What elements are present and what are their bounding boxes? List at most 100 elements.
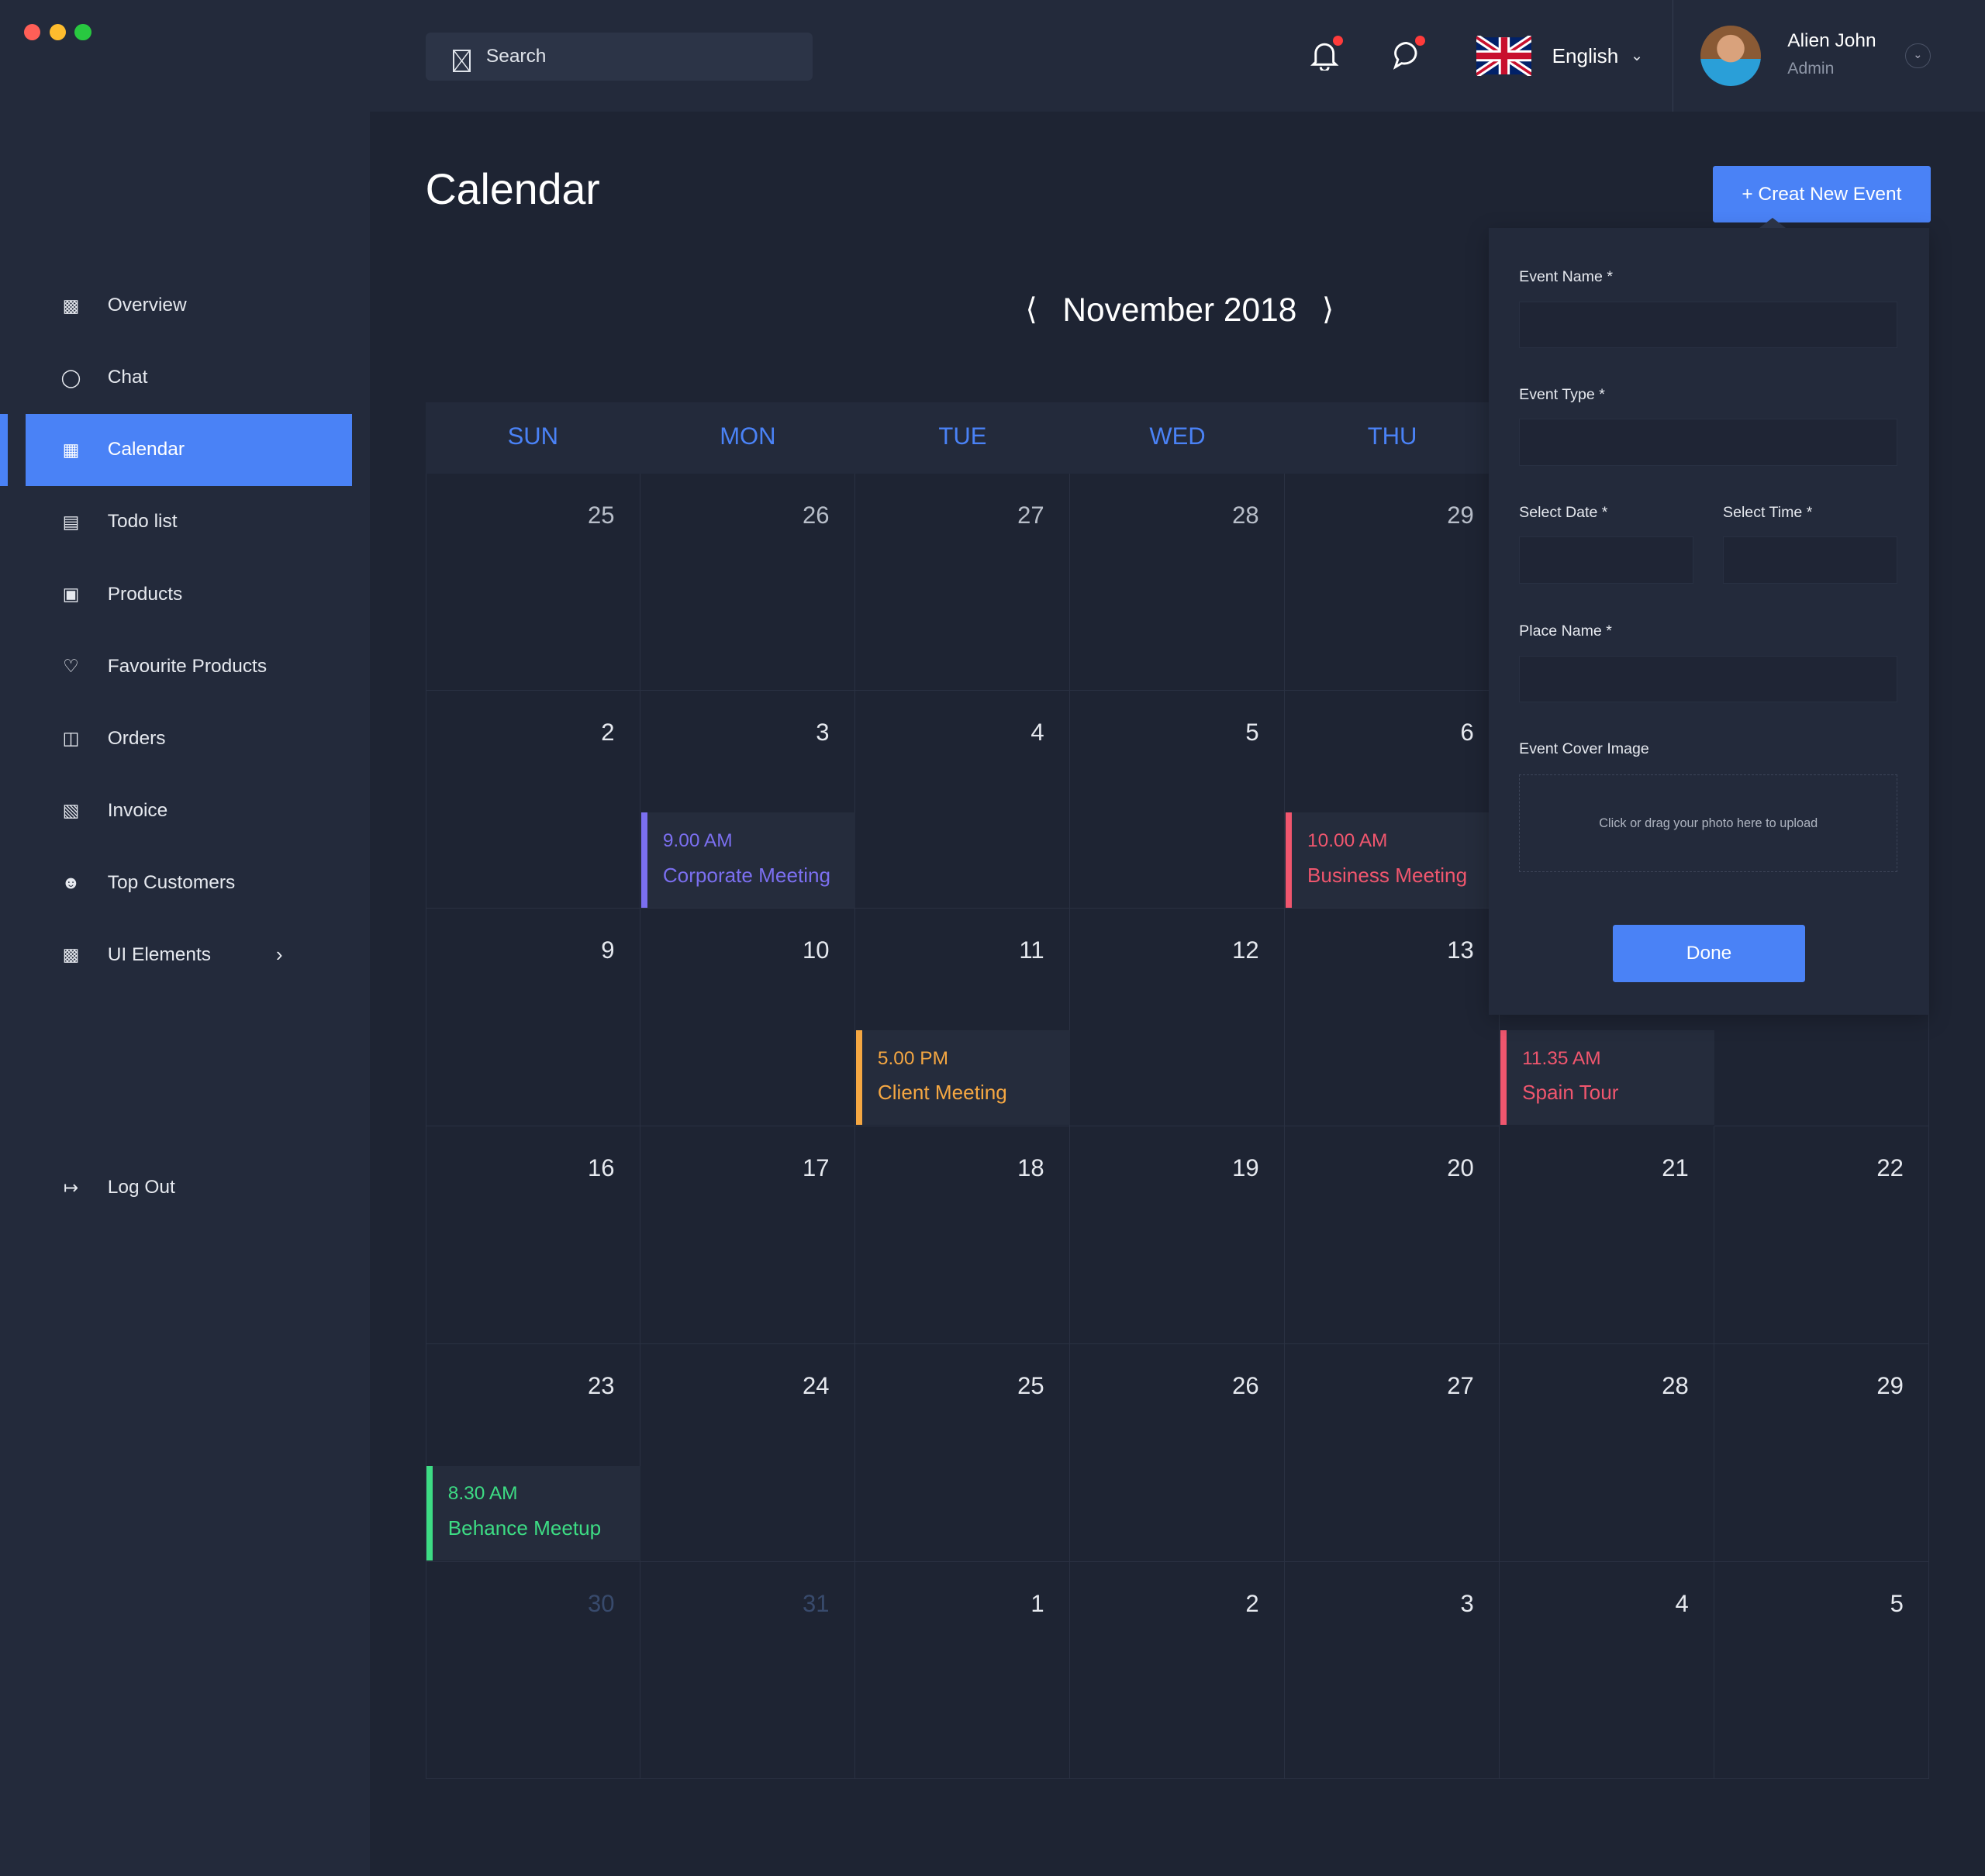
- store-icon: ▣: [62, 584, 80, 605]
- logout-button[interactable]: ↦ Log Out: [26, 1152, 352, 1224]
- day-cell[interactable]: 3: [1284, 1561, 1500, 1780]
- new-event-form: Event Name * Event Type * Select Date * …: [1488, 217, 1930, 1016]
- day-cell[interactable]: 19: [1069, 1126, 1286, 1344]
- language-selector[interactable]: English: [1552, 44, 1619, 68]
- day-cell[interactable]: 21: [1499, 1126, 1715, 1344]
- day-cell[interactable]: 28: [1499, 1343, 1715, 1562]
- time-input[interactable]: [1723, 536, 1898, 584]
- day-number: 21: [1662, 1154, 1689, 1181]
- day-cell[interactable]: 25: [854, 1343, 1071, 1562]
- weekday-wed: WED: [1149, 422, 1206, 450]
- day-cell[interactable]: 4: [1499, 1561, 1715, 1780]
- invoice-icon: ▧: [62, 800, 80, 821]
- day-cell[interactable]: 16: [425, 1126, 641, 1344]
- day-number: 5: [1890, 1589, 1904, 1617]
- upload-hint: Click or drag your photo here to upload: [1599, 816, 1818, 830]
- search-input[interactable]: Search: [425, 33, 813, 81]
- day-cell[interactable]: 27: [854, 473, 1071, 691]
- event-name-input[interactable]: [1519, 301, 1898, 348]
- day-number: 6: [1460, 719, 1474, 747]
- document-icon: ▤: [62, 511, 80, 532]
- day-number: 24: [803, 1371, 830, 1399]
- user-menu-chevron-icon[interactable]: ⌄: [1905, 43, 1931, 69]
- day-cell[interactable]: 28: [1069, 473, 1286, 691]
- day-cell[interactable]: 20: [1284, 1126, 1500, 1344]
- chevron-right-icon[interactable]: ⟩: [1322, 292, 1334, 327]
- day-number: 30: [587, 1589, 615, 1617]
- day-number: 2: [601, 719, 615, 747]
- day-cell[interactable]: 5: [1714, 1561, 1930, 1780]
- event-time: 5.00 PM: [877, 1047, 949, 1069]
- day-number: 26: [803, 501, 830, 529]
- day-cell[interactable]: 24: [640, 1343, 856, 1562]
- window-minimize-button[interactable]: [49, 24, 66, 41]
- messages-button[interactable]: [1390, 35, 1426, 71]
- day-cell[interactable]: 1: [854, 1561, 1071, 1780]
- day-cell[interactable]: 18: [854, 1126, 1071, 1344]
- day-cell[interactable]: 2: [425, 691, 641, 909]
- calendar-event[interactable]: 5.00 PM Client Meeting: [856, 1029, 1071, 1126]
- sidebar-item-label: Chat: [107, 367, 148, 388]
- sidebar-item-calendar[interactable]: ▦ Calendar: [25, 413, 352, 486]
- day-number: 25: [587, 501, 615, 529]
- avatar[interactable]: [1700, 25, 1761, 86]
- sidebar-item-top-customers[interactable]: ☻ Top Customers: [26, 847, 352, 919]
- done-button[interactable]: Done: [1612, 925, 1806, 982]
- day-cell[interactable]: 29: [1714, 1343, 1930, 1562]
- event-name: Corporate Meeting: [662, 863, 831, 887]
- chevron-down-icon[interactable]: ⌄: [1631, 47, 1643, 65]
- calendar-event[interactable]: 9.00 AM Corporate Meeting: [641, 812, 856, 908]
- sidebar-item-overview[interactable]: ▩ Overview: [26, 270, 352, 342]
- day-number: 25: [1017, 1371, 1044, 1399]
- create-event-button[interactable]: + Creat New Event: [1712, 165, 1931, 223]
- place-name-label: Place Name *: [1519, 622, 1612, 640]
- day-cell[interactable]: 22: [1714, 1126, 1930, 1344]
- sidebar-item-ui-elements[interactable]: ▩ UI Elements ›: [26, 919, 352, 991]
- day-cell[interactable]: 2: [1069, 1561, 1286, 1780]
- month-label: November 2018: [1062, 291, 1297, 328]
- image-upload-dropzone[interactable]: Click or drag your photo here to upload: [1519, 774, 1898, 872]
- sidebar-item-orders[interactable]: ◫ Orders: [26, 702, 352, 774]
- place-name-input[interactable]: [1519, 655, 1898, 703]
- sidebar-item-label: UI Elements: [107, 943, 211, 965]
- calendar-event[interactable]: 11.35 AM Spain Tour: [1500, 1029, 1715, 1126]
- sidebar-item-label: Favourite Products: [107, 655, 268, 677]
- day-cell[interactable]: 30: [425, 1561, 641, 1780]
- sidebar-item-products[interactable]: ▣ Products: [26, 558, 352, 630]
- day-cell[interactable]: 17: [640, 1126, 856, 1344]
- day-cell[interactable]: 4: [854, 691, 1071, 909]
- day-cell[interactable]: 10: [640, 909, 856, 1127]
- day-cell[interactable]: 31: [640, 1561, 856, 1780]
- notification-button[interactable]: [1308, 35, 1344, 72]
- user-role: Admin: [1787, 59, 1835, 78]
- user-name: Alien John: [1787, 30, 1876, 52]
- calendar-event[interactable]: 10.00 AM Business Meeting: [1286, 812, 1500, 908]
- day-cell[interactable]: 27: [1284, 1343, 1500, 1562]
- day-cell[interactable]: 25: [425, 473, 641, 691]
- day-cell[interactable]: 9: [425, 909, 641, 1127]
- event-type-input[interactable]: [1519, 419, 1898, 466]
- sidebar-item-chat[interactable]: ◯ Chat: [26, 342, 352, 414]
- window-maximize-button[interactable]: [74, 24, 91, 41]
- day-cell[interactable]: 5: [1069, 691, 1286, 909]
- weekday-thu: THU: [1367, 422, 1417, 450]
- sidebar-item-label: Invoice: [107, 799, 168, 821]
- day-cell[interactable]: 26: [640, 473, 856, 691]
- logout-icon: ↦: [63, 1177, 78, 1198]
- sidebar-item-invoice[interactable]: ▧ Invoice: [26, 774, 352, 847]
- calendar-event[interactable]: 8.30 AM Behance Meetup: [426, 1465, 641, 1561]
- date-input[interactable]: [1519, 536, 1694, 584]
- day-number: 17: [803, 1154, 830, 1181]
- chevron-left-icon[interactable]: ⟨: [1025, 292, 1037, 327]
- top-bar: [0, 0, 1985, 112]
- uk-flag-icon[interactable]: [1476, 35, 1532, 76]
- search-placeholder: Search: [485, 46, 547, 67]
- sidebar-item-todo-list[interactable]: ▤ Todo list: [26, 486, 352, 558]
- weekday-tue: TUE: [938, 422, 987, 450]
- day-cell[interactable]: 12: [1069, 909, 1286, 1127]
- day-cell[interactable]: 26: [1069, 1343, 1286, 1562]
- day-cell[interactable]: 13: [1284, 909, 1500, 1127]
- day-cell[interactable]: 29: [1284, 473, 1500, 691]
- sidebar-item-favourite-products[interactable]: ♡ Favourite Products: [26, 630, 352, 702]
- chat-icon: ◯: [60, 367, 81, 388]
